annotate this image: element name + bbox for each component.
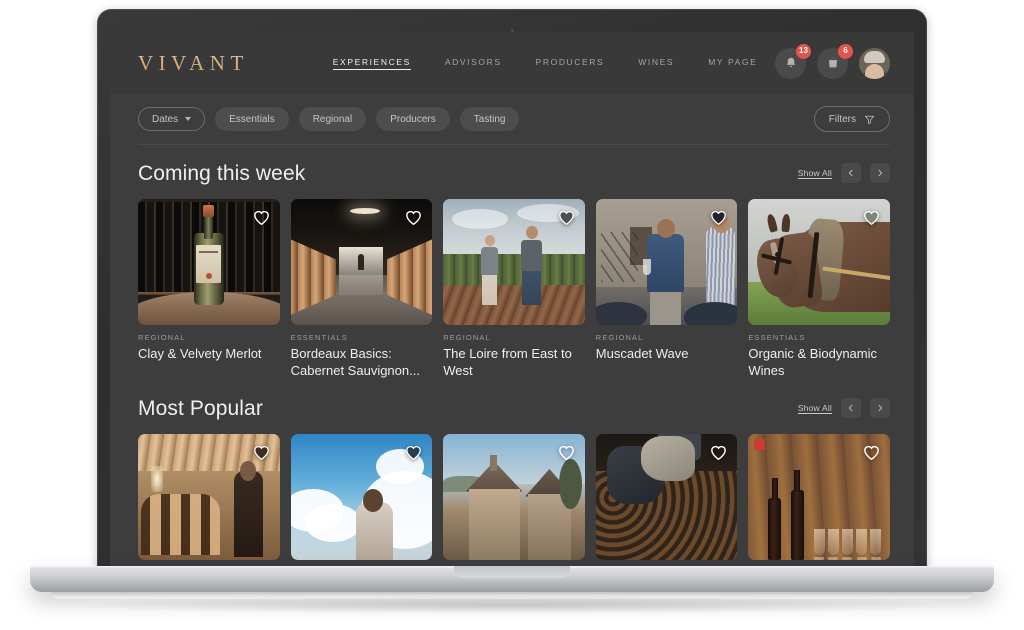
experience-card[interactable]: ESSENTIALS Organic & Biodynamic Wines	[748, 199, 890, 380]
section-header: Most Popular Show All	[138, 397, 890, 421]
favorite-heart-icon[interactable]	[252, 443, 271, 462]
section-title-coming-this-week: Coming this week	[138, 162, 306, 185]
experience-card[interactable]: REGIONAL The Loire from East to West	[443, 199, 585, 380]
top-navigation-bar: VIVANT EXPERIENCES ADVISORS PRODUCERS WI…	[110, 32, 914, 94]
carousel-prev-button-most-popular[interactable]	[841, 397, 861, 418]
section-controls: Show All	[798, 397, 890, 421]
chevron-down-icon	[185, 117, 192, 121]
chevron-right-icon	[878, 404, 883, 411]
top-right-actions: 13 6	[775, 43, 890, 79]
card-image	[443, 433, 585, 560]
card-category: REGIONAL	[138, 333, 186, 342]
card-title: The Loire from East to West	[443, 346, 572, 379]
card-title: Clay & Velvety Merlot	[138, 346, 262, 361]
show-all-link-most-popular[interactable]: Show All	[798, 403, 832, 413]
experience-card[interactable]	[595, 433, 738, 560]
card-image	[595, 199, 738, 325]
card-category: ESSENTIALS	[748, 333, 806, 342]
experience-card[interactable]: REGIONAL Clay & Velvety Merlot	[138, 199, 280, 380]
favorite-heart-icon[interactable]	[862, 443, 881, 462]
experience-card[interactable]	[138, 433, 280, 560]
card-image	[290, 199, 433, 325]
favorite-heart-icon[interactable]	[252, 208, 271, 227]
card-image	[748, 433, 890, 560]
laptop-screen: VIVANT EXPERIENCES ADVISORS PRODUCERS WI…	[110, 32, 914, 567]
nav-item-my-page[interactable]: MY PAGE	[708, 57, 757, 69]
filter-chip-dates[interactable]: Dates	[138, 107, 206, 131]
cart-badge: 6	[838, 43, 853, 59]
carousel-next-button-most-popular[interactable]	[870, 397, 890, 418]
section-coming-this-week: Coming this week Show All REGIONAL Clay …	[110, 162, 914, 380]
favorite-heart-icon[interactable]	[557, 208, 576, 227]
card-category: REGIONAL	[443, 333, 491, 342]
card-image	[595, 433, 738, 560]
filter-chip-dates-label: Dates	[152, 113, 179, 125]
nav-item-producers[interactable]: PRODUCERS	[536, 57, 605, 69]
filters-button[interactable]: Filters	[813, 106, 890, 132]
avatar-hair	[864, 51, 885, 64]
filter-chip-essentials[interactable]: Essentials	[215, 107, 289, 131]
header-divider	[138, 144, 890, 145]
experience-card[interactable]	[748, 433, 890, 560]
shopping-bag-icon	[828, 57, 837, 68]
card-category: ESSENTIALS	[290, 333, 348, 342]
carousel-next-button-coming-this-week[interactable]	[870, 163, 890, 183]
card-title: Muscadet Wave	[595, 346, 689, 361]
filter-bar: Dates Essentials Regional Producers Tast…	[110, 94, 914, 138]
card-grid-coming-this-week: REGIONAL Clay & Velvety Merlot ESSENTIAL…	[138, 199, 890, 380]
laptop-drop-shadow	[70, 596, 954, 614]
card-grid-most-popular	[138, 433, 890, 560]
screenshot-stage: VIVANT EXPERIENCES ADVISORS PRODUCERS WI…	[0, 0, 1024, 630]
filter-chip-tasting[interactable]: Tasting	[459, 107, 520, 131]
vivant-logo[interactable]: VIVANT	[138, 51, 249, 76]
favorite-heart-icon[interactable]	[557, 443, 576, 462]
favorite-heart-icon[interactable]	[862, 208, 881, 227]
cart-button[interactable]: 6	[817, 43, 853, 79]
nav-item-advisors[interactable]: ADVISORS	[445, 57, 502, 69]
favorite-heart-icon[interactable]	[709, 443, 728, 462]
card-image	[138, 199, 280, 325]
filter-icon	[864, 115, 875, 124]
promo-tag	[754, 438, 766, 450]
avatar-face	[865, 64, 884, 79]
section-controls: Show All	[798, 163, 890, 186]
section-title-most-popular: Most Popular	[138, 396, 263, 420]
experience-card[interactable]	[443, 433, 585, 560]
main-nav: EXPERIENCES ADVISORS PRODUCERS WINES MY …	[332, 57, 758, 70]
favorite-heart-icon[interactable]	[404, 208, 423, 227]
chevron-right-icon	[878, 169, 883, 177]
favorite-heart-icon[interactable]	[709, 208, 728, 227]
chevron-left-icon	[848, 404, 853, 411]
experience-card[interactable]: REGIONAL Muscadet Wave	[595, 199, 738, 380]
show-all-link-coming-this-week[interactable]: Show All	[798, 168, 832, 178]
card-title: Bordeaux Basics: Cabernet Sauvignon...	[290, 346, 420, 379]
card-category: REGIONAL	[595, 333, 644, 342]
chevron-left-icon	[848, 169, 853, 177]
card-image	[290, 433, 433, 560]
carousel-prev-button-coming-this-week[interactable]	[841, 163, 861, 183]
avatar[interactable]	[859, 47, 890, 79]
bell-icon	[786, 57, 795, 68]
filter-chip-regional[interactable]: Regional	[298, 107, 367, 131]
card-title: Organic & Biodynamic Wines	[748, 346, 878, 379]
section-most-popular: Most Popular Show All	[110, 397, 914, 560]
nav-item-wines[interactable]: WINES	[638, 57, 674, 69]
notifications-badge: 13	[796, 43, 811, 59]
filter-chip-producers[interactable]: Producers	[376, 107, 450, 131]
laptop-lid-notch	[454, 566, 570, 578]
laptop-base	[30, 566, 994, 592]
notifications-button[interactable]: 13	[775, 43, 811, 79]
filters-button-label: Filters	[828, 113, 856, 125]
card-image	[443, 199, 585, 325]
card-image	[138, 433, 280, 560]
favorite-heart-icon[interactable]	[404, 443, 423, 462]
card-image	[748, 199, 890, 325]
section-header: Coming this week Show All	[138, 162, 890, 186]
filter-chip-group: Dates Essentials Regional Producers Tast…	[138, 107, 520, 131]
experience-card[interactable]	[290, 433, 433, 560]
vivant-app: VIVANT EXPERIENCES ADVISORS PRODUCERS WI…	[110, 32, 914, 567]
nav-item-experiences[interactable]: EXPERIENCES	[332, 57, 411, 70]
experience-card[interactable]: ESSENTIALS Bordeaux Basics: Cabernet Sau…	[290, 199, 433, 380]
